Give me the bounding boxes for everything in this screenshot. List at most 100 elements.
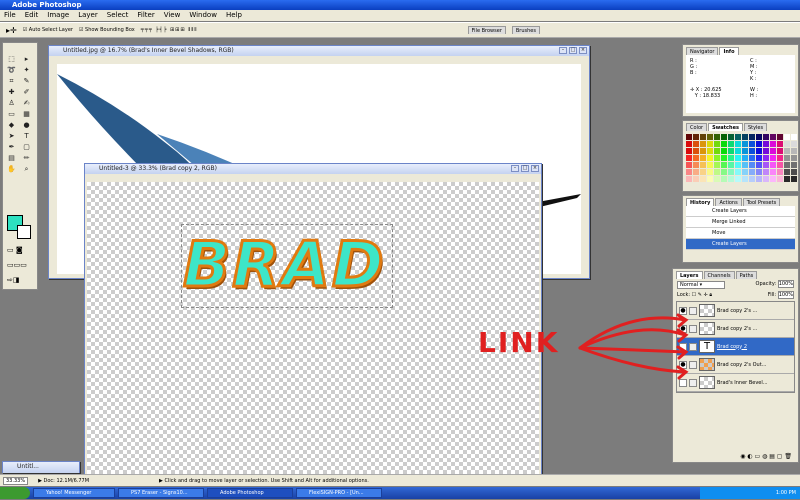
swatch[interactable] xyxy=(770,134,776,140)
close-button[interactable]: × xyxy=(531,165,539,172)
swatch[interactable] xyxy=(763,176,769,182)
swatch[interactable] xyxy=(749,148,755,154)
swatch[interactable] xyxy=(777,169,783,175)
taskbar-item-active[interactable]: Adobe Photoshop xyxy=(207,488,293,498)
doc1-title-bar[interactable]: Untitled.jpg @ 16.7% (Brad's Inner Bevel… xyxy=(49,46,589,56)
swatch[interactable] xyxy=(777,148,783,154)
tab-paths[interactable]: Paths xyxy=(735,271,758,279)
swatch[interactable] xyxy=(770,148,776,154)
dodge-tool-icon[interactable]: ● xyxy=(22,121,31,130)
maximize-button[interactable]: □ xyxy=(569,47,577,54)
move-tool-icon[interactable]: ▸✛ xyxy=(6,26,17,35)
swatch[interactable] xyxy=(693,155,699,161)
swatch[interactable] xyxy=(756,148,762,154)
swatch[interactable] xyxy=(714,176,720,182)
minimize-button[interactable]: – xyxy=(559,47,567,54)
swatch[interactable] xyxy=(693,176,699,182)
menu-item-view[interactable]: View xyxy=(164,10,181,21)
swatch[interactable] xyxy=(700,162,706,168)
crop-tool-icon[interactable]: ⌗ xyxy=(7,77,16,86)
swatch[interactable] xyxy=(791,141,797,147)
swatch[interactable] xyxy=(777,134,783,140)
history-item[interactable]: Merge Linked xyxy=(686,217,795,228)
history-item[interactable]: Create Layers xyxy=(686,206,795,217)
swatch[interactable] xyxy=(791,162,797,168)
tab-layers[interactable]: Layers xyxy=(676,271,703,279)
swatch[interactable] xyxy=(763,141,769,147)
swatch[interactable] xyxy=(735,169,741,175)
brush-tool-icon[interactable]: ✐ xyxy=(22,88,31,97)
swatch[interactable] xyxy=(791,169,797,175)
swatch[interactable] xyxy=(700,155,706,161)
tab-info[interactable]: Info xyxy=(719,47,739,55)
tab-history[interactable]: History xyxy=(686,198,715,206)
swatch[interactable] xyxy=(784,134,790,140)
eyedropper-icon[interactable]: ✏ xyxy=(22,154,31,163)
doc2-title-bar[interactable]: Untitled-3 @ 33.3% (Brad copy 2, RGB) – … xyxy=(85,164,541,174)
taskbar-item[interactable]: PS7 Eraser - Signs10... xyxy=(118,488,204,498)
swatch[interactable] xyxy=(693,162,699,168)
swatch-grid[interactable] xyxy=(686,134,797,182)
swatch[interactable] xyxy=(700,169,706,175)
background-color-swatch[interactable] xyxy=(17,225,31,239)
mask-mode-icons[interactable]: ▭ ◙ xyxy=(7,246,35,256)
swatch[interactable] xyxy=(686,176,692,182)
pen-tool-icon[interactable]: ✒ xyxy=(7,143,16,152)
swatch[interactable] xyxy=(707,162,713,168)
swatch[interactable] xyxy=(791,148,797,154)
minimized-document[interactable]: Untitl... xyxy=(2,461,80,473)
gradient-tool-icon[interactable]: ▦ xyxy=(22,110,31,119)
swatch[interactable] xyxy=(721,148,727,154)
swatch[interactable] xyxy=(763,169,769,175)
layer-buttons[interactable]: ◉ ◐ ▭ ◍ ▤ ▢ 🗑︎ xyxy=(673,453,798,460)
tab-swatches[interactable]: Swatches xyxy=(708,123,743,131)
swatch[interactable] xyxy=(728,169,734,175)
swatch[interactable] xyxy=(735,155,741,161)
minimize-button[interactable]: – xyxy=(511,165,519,172)
swatch[interactable] xyxy=(700,148,706,154)
swatch[interactable] xyxy=(707,141,713,147)
swatch[interactable] xyxy=(714,141,720,147)
menu-item-edit[interactable]: Edit xyxy=(25,10,39,21)
swatch[interactable] xyxy=(735,148,741,154)
swatch[interactable] xyxy=(791,176,797,182)
tab-actions[interactable]: Actions xyxy=(715,198,742,206)
swatch[interactable] xyxy=(735,141,741,147)
swatch[interactable] xyxy=(686,169,692,175)
maximize-button[interactable]: □ xyxy=(521,165,529,172)
history-brush-icon[interactable]: ✍ xyxy=(22,99,31,108)
swatch[interactable] xyxy=(777,155,783,161)
slice-tool-icon[interactable]: ✎ xyxy=(22,77,31,86)
swatch[interactable] xyxy=(714,169,720,175)
swatch[interactable] xyxy=(700,176,706,182)
zoom-tool-icon[interactable]: ⌕ xyxy=(22,165,31,174)
swatch[interactable] xyxy=(721,162,727,168)
swatch[interactable] xyxy=(749,162,755,168)
swatch[interactable] xyxy=(763,148,769,154)
start-button[interactable] xyxy=(0,487,30,499)
fill-field[interactable]: Fill: 100% xyxy=(768,291,794,299)
tab-channels[interactable]: Channels xyxy=(703,271,735,279)
path-select-icon[interactable]: ➤ xyxy=(7,132,16,141)
swatch[interactable] xyxy=(770,162,776,168)
swatch[interactable] xyxy=(728,155,734,161)
swatch[interactable] xyxy=(784,148,790,154)
swatch[interactable] xyxy=(721,134,727,140)
stamp-tool-icon[interactable]: ♙ xyxy=(7,99,16,108)
hand-tool-icon[interactable]: ✋ xyxy=(7,165,16,174)
eraser-tool-icon[interactable]: ▭ xyxy=(7,110,16,119)
move-tool-icon[interactable]: ▸ xyxy=(22,55,31,64)
swatch[interactable] xyxy=(763,134,769,140)
swatch[interactable] xyxy=(763,162,769,168)
swatch[interactable] xyxy=(728,176,734,182)
swatch[interactable] xyxy=(728,162,734,168)
type-tool-icon[interactable]: T xyxy=(22,132,31,141)
swatch[interactable] xyxy=(742,169,748,175)
lasso-tool-icon[interactable]: ➰ xyxy=(7,66,16,75)
swatch[interactable] xyxy=(700,134,706,140)
menu-item-help[interactable]: Help xyxy=(226,10,242,21)
swatch[interactable] xyxy=(707,148,713,154)
swatch[interactable] xyxy=(742,176,748,182)
blur-tool-icon[interactable]: ◆ xyxy=(7,121,16,130)
swatch[interactable] xyxy=(742,148,748,154)
